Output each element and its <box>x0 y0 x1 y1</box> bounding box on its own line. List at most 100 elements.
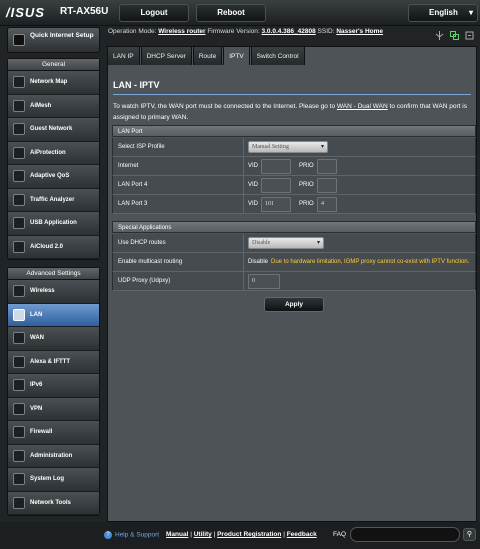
reboot-button[interactable]: Reboot <box>196 4 266 22</box>
firmware-link[interactable]: 3.0.0.4.386_42808 <box>262 28 316 35</box>
internet-prio-input[interactable] <box>317 159 337 174</box>
multicast-label: Enable multicast routing <box>118 259 183 265</box>
vid-label: VID <box>248 163 259 169</box>
sidebar-item-system-log[interactable]: System Log <box>8 468 99 492</box>
internet-label: Internet <box>118 163 139 169</box>
footer: ? Help & Support Manual | Utility | Produ… <box>0 522 480 549</box>
sidebar-item-alexa-ifttt[interactable]: Alexa & IFTTT <box>8 350 99 374</box>
firmware-label: Firmware Version: <box>207 28 260 35</box>
status-line: Operation Mode: Wireless router Firmware… <box>108 28 383 35</box>
app-icon[interactable] <box>465 27 474 40</box>
isp-profile-label: Select ISP Profile <box>118 144 165 150</box>
logout-button[interactable]: Logout <box>119 4 189 22</box>
udp-proxy-label: UDP Proxy (Udpxy) <box>118 278 171 284</box>
dhcp-routes-select[interactable]: Disable ▾ <box>248 237 324 249</box>
faq-search-input[interactable] <box>350 527 460 542</box>
sidebar-item-label: Firewall <box>30 429 53 435</box>
title-divider <box>113 94 471 95</box>
sidebar-item-label: Wireless <box>30 288 55 294</box>
tab-iptv[interactable]: IPTV <box>223 46 250 65</box>
lan-port-section-header: LAN Port <box>112 125 476 137</box>
sidebar-item-administration[interactable]: Administration <box>8 444 99 468</box>
vid-label: VID <box>248 182 259 188</box>
udp-proxy-input[interactable]: 0 <box>248 274 280 289</box>
sidebar-item-network-map[interactable]: Network Map <box>8 71 99 95</box>
lan-port-3-row: LAN Port 3 VID 101 PRIO 4 <box>112 195 476 214</box>
sidebar-item-firewall[interactable]: Firewall <box>8 421 99 445</box>
usb-icon[interactable] <box>435 27 444 40</box>
manual-link[interactable]: Manual <box>166 531 188 538</box>
utility-link[interactable]: Utility <box>194 531 212 538</box>
lan-port-4-prio-input[interactable] <box>317 178 337 193</box>
general-menu-title: General <box>8 59 99 71</box>
sidebar-item-guest-network[interactable]: Guest Network <box>8 118 99 142</box>
sidebar-item-label: Guest Network <box>30 126 73 132</box>
isp-profile-select[interactable]: Manual Setting ▾ <box>248 141 328 153</box>
tab-switch-control[interactable]: Switch Control <box>250 46 305 65</box>
udp-proxy-row: UDP Proxy (Udpxy) 0 <box>112 272 476 291</box>
quick-internet-setup-button[interactable]: Quick Internet Setup <box>7 27 100 53</box>
sidebar-item-label: USB Application <box>30 220 77 226</box>
lan-port-3-prio-input[interactable]: 4 <box>317 197 337 212</box>
sidebar-item-label: VPN <box>30 405 43 412</box>
sidebar-item-aicloud-2-0[interactable]: AiCloud 2.0 <box>8 235 99 259</box>
sidebar-item-aimesh[interactable]: AiMesh <box>8 94 99 118</box>
prio-label: PRIO <box>299 201 314 207</box>
sidebar-item-usb-application[interactable]: USB Application <box>8 212 99 236</box>
chevron-down-icon: ▾ <box>316 240 320 246</box>
tab-lan-ip[interactable]: LAN IP <box>107 46 140 65</box>
sidebar-item-adaptive-qos[interactable]: Adaptive QoS <box>8 165 99 189</box>
sidebar-item-traffic-analyzer[interactable]: Traffic Analyzer <box>8 188 99 212</box>
aimesh-icon <box>13 99 25 112</box>
general-menu: General Network Map AiMesh Guest Network Ai… <box>7 58 100 260</box>
sidebar-item-vpn[interactable]: VPN <box>8 397 99 421</box>
advanced-menu-title: Advanced Settings <box>8 268 99 280</box>
row-separator <box>243 195 244 213</box>
sidebar-item-lan[interactable]: LAN <box>8 303 99 327</box>
administration-icon <box>13 449 25 462</box>
special-apps-section-header: Special Applications <box>112 221 476 233</box>
ssid-link[interactable]: Nasser's Home <box>336 28 383 35</box>
sidebar-item-label: System Log <box>30 476 65 482</box>
aicloud-2-0-icon <box>13 240 25 253</box>
multicast-warning: Due to hardware limitation, IGMP proxy c… <box>271 259 470 265</box>
firewall-icon <box>13 426 25 438</box>
top-bar: /ISUS RT-AX56U Logout Reboot English ▾ <box>0 0 480 26</box>
product-registration-link[interactable]: Product Registration <box>217 531 281 538</box>
sidebar-item-wireless[interactable]: Wireless <box>8 280 99 304</box>
dhcp-routes-label: Use DHCP routes <box>118 240 166 246</box>
dhcp-routes-row: Use DHCP routes Disable ▾ <box>112 234 476 253</box>
feedback-link[interactable]: Feedback <box>287 531 317 538</box>
prio-label: PRIO <box>299 163 314 169</box>
usb-application-icon <box>13 217 25 229</box>
sidebar-item-label: AiProtection <box>30 149 66 156</box>
lan-port-3-vid-input[interactable]: 101 <box>261 197 291 212</box>
chevron-down-icon: ▾ <box>320 144 324 150</box>
lan-port-4-vid-input[interactable] <box>261 178 291 193</box>
sidebar-item-wan[interactable]: WAN <box>8 327 99 351</box>
sidebar-item-aiprotection[interactable]: AiProtection <box>8 141 99 165</box>
wan-icon <box>13 332 25 344</box>
page-title: LAN - IPTV <box>113 80 160 90</box>
sidebar-item-label: Adaptive QoS <box>30 173 70 179</box>
internet-vid-input[interactable] <box>261 159 291 174</box>
sidebar-item-ipv6[interactable]: IPv6 <box>8 374 99 398</box>
tab-route[interactable]: Route <box>192 46 223 65</box>
network-tools-icon <box>13 496 25 509</box>
help-support-label: Help & Support <box>115 531 160 539</box>
network-status-icon[interactable] <box>450 27 459 40</box>
row-separator <box>243 157 244 175</box>
search-icon[interactable]: ⚲ <box>463 528 476 541</box>
page-description: To watch IPTV, the WAN port must be conn… <box>113 101 471 123</box>
sidebar-item-label: WAN <box>30 335 44 341</box>
row-separator <box>243 138 244 156</box>
apply-button[interactable]: Apply <box>264 297 324 312</box>
network-map-icon <box>13 76 25 88</box>
op-mode-link[interactable]: Wireless router <box>158 28 205 35</box>
help-support[interactable]: ? Help & Support <box>104 531 159 539</box>
wan-dual-wan-link[interactable]: WAN - Dual WAN <box>337 103 388 110</box>
tab-dhcp-server[interactable]: DHCP Server <box>140 46 192 65</box>
sidebar-item-network-tools[interactable]: Network Tools <box>8 491 99 515</box>
ipv6-icon <box>13 379 25 391</box>
language-select[interactable]: English ▾ <box>408 4 478 22</box>
